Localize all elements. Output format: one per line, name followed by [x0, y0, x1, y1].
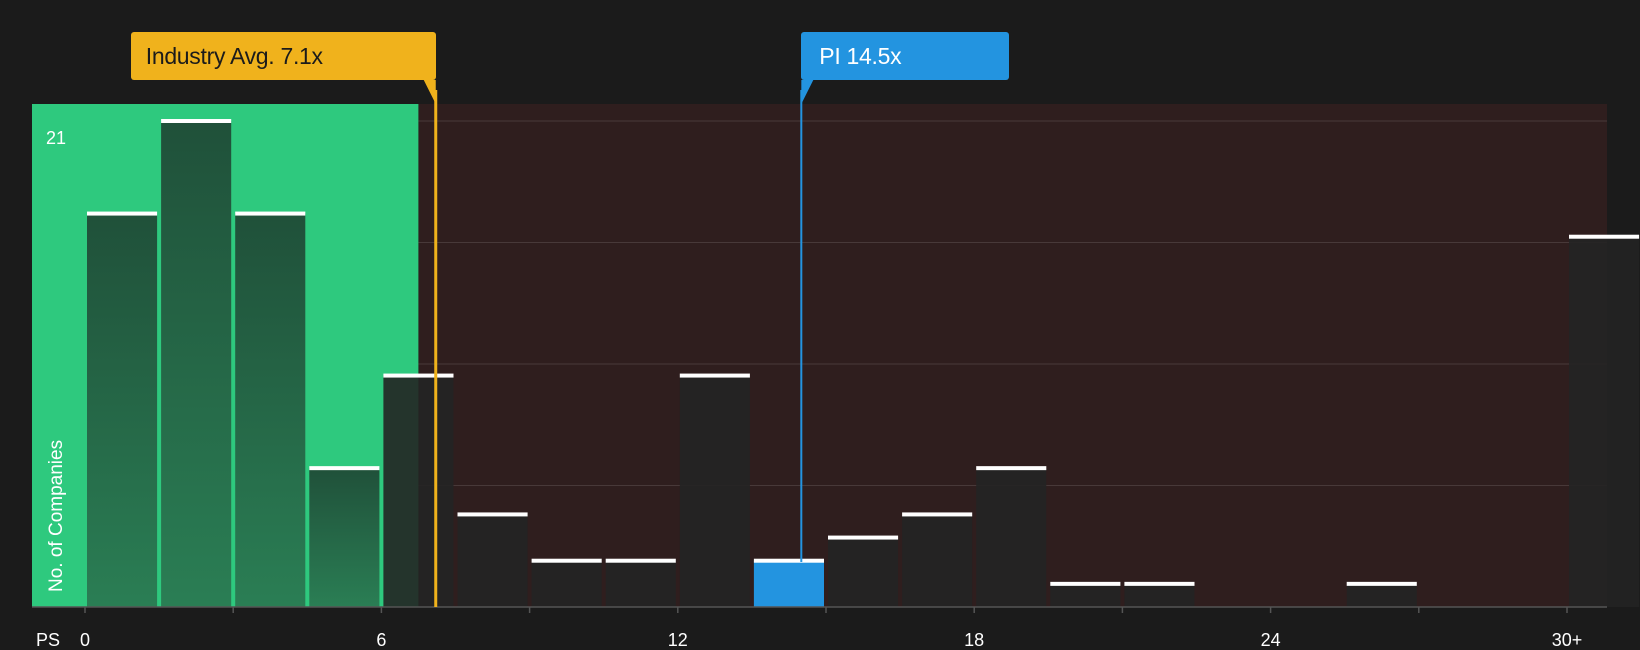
industry-callout-pointer	[423, 80, 436, 104]
bar-cap	[605, 558, 676, 563]
bar-cap	[309, 466, 380, 471]
bar-cap	[383, 373, 454, 378]
bar-cap	[235, 211, 306, 216]
x-tick-label: 30+	[1552, 630, 1583, 650]
bar-cap	[87, 211, 158, 216]
ps-distribution-chart: 0 6 12 18 24 30+ PS No. of Companies 21 Industry…	[0, 0, 1640, 650]
bar-cap	[976, 466, 1047, 471]
histogram-bar	[902, 514, 973, 607]
bar-cap	[679, 373, 750, 378]
bar-cap	[902, 512, 973, 517]
bar-cap	[161, 119, 232, 123]
x-tick-label: 18	[964, 630, 984, 650]
bar-cap	[1124, 581, 1195, 586]
x-axis-label: PS	[36, 630, 60, 650]
chart-svg: 0 6 12 18 24 30+ PS No. of Companies 21	[32, 80, 1640, 650]
y-axis-label: No. of Companies	[46, 440, 67, 592]
histogram-bar	[383, 375, 454, 607]
histogram-bar	[1124, 583, 1195, 607]
bar-cap	[828, 535, 899, 540]
histogram-bar	[605, 560, 676, 607]
histogram-bar	[1346, 583, 1417, 607]
bar-cap	[1050, 581, 1121, 586]
bar-cap	[531, 558, 602, 563]
histogram-bar	[309, 468, 380, 607]
histogram-bar	[828, 537, 899, 607]
bar-cap	[753, 558, 824, 563]
histogram-bar	[457, 514, 528, 607]
bar-cap	[1346, 581, 1417, 586]
x-tick-label: 24	[1261, 630, 1281, 650]
industry-average-callout: Industry Avg. 7.1x	[130, 32, 436, 80]
bar-cap	[1569, 234, 1640, 239]
histogram-bar	[976, 468, 1047, 607]
histogram-bar	[161, 121, 232, 607]
histogram-bar	[679, 375, 750, 607]
x-tick-label: 12	[668, 630, 688, 650]
y-max-label: 21	[46, 128, 66, 148]
bar-cap	[457, 512, 528, 517]
histogram-bar	[1569, 236, 1640, 607]
histogram-bar	[235, 213, 306, 608]
company-callout-pointer	[801, 80, 814, 104]
x-tick-label: 6	[376, 630, 386, 650]
x-tick-label: 0	[80, 630, 90, 650]
histogram-bar	[753, 560, 824, 607]
histogram-bar	[87, 213, 158, 608]
histogram-bar	[531, 560, 602, 607]
histogram-bar	[1050, 583, 1121, 607]
company-ps-callout: PI 14.5x	[801, 32, 1010, 80]
